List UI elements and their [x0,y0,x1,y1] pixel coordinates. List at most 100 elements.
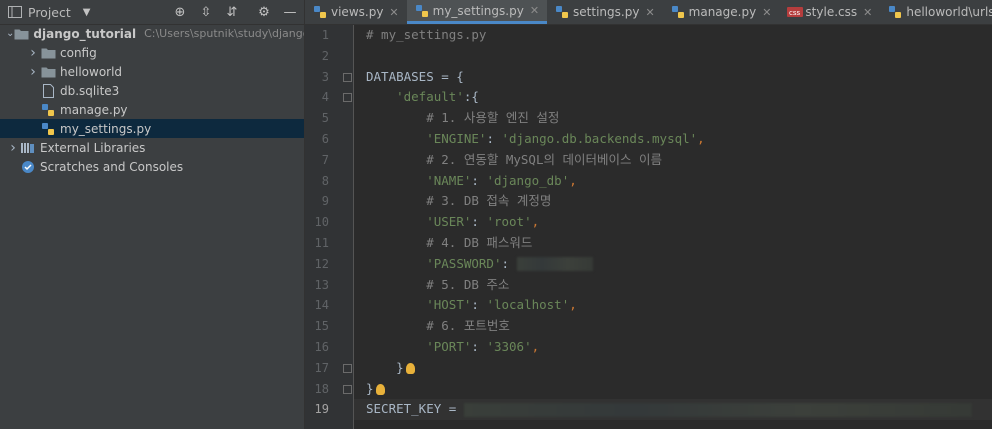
tree-item-external-libraries[interactable]: › External Libraries [0,138,304,157]
tab-label: views.py [331,5,384,19]
tab-my-settings-py[interactable]: my_settings.py ✕ [406,0,548,24]
minimize-icon[interactable]: — [282,4,298,20]
code-line[interactable]: 'PASSWORD': [354,254,992,275]
tree-item-db-sqlite3[interactable]: db.sqlite3 [0,81,304,100]
line-number: 19 [314,402,329,417]
python-icon [415,4,429,18]
close-icon[interactable]: ✕ [645,6,654,19]
code-line[interactable]: } [343,379,992,400]
chevron-down-icon[interactable]: ▼ [83,7,91,18]
tree-item-label: External Libraries [40,140,146,155]
tree-item-django-tutorial[interactable]: ⌄ django_tutorial C:\Users\sputnik\study\d… [0,24,304,43]
line-number: 5 [321,111,329,126]
python-icon [555,5,569,19]
code-line[interactable]: 'PORT': '3306', [354,337,992,358]
tree-item-label: Scratches and Consoles [40,159,184,174]
chevron-right-icon[interactable]: › [26,45,40,61]
fold-marker-icon[interactable] [343,363,352,373]
python-icon [888,5,902,19]
code-line[interactable]: # my_settings.py [354,25,992,46]
code-line[interactable]: SECRET_KEY = [354,399,992,421]
tree-item-scratches-and-consoles[interactable]: Scratches and Consoles [0,157,304,176]
tree-item-label: db.sqlite3 [60,83,120,98]
tab-settings-py[interactable]: settings.py ✕ [547,0,663,24]
tab-helloworld-urls-py[interactable]: helloworld\urls.py✕ [880,0,992,24]
tab-label: my_settings.py [432,3,524,18]
code-line[interactable]: # 4. DB 패스워드 [354,233,992,254]
tree-item-manage-py[interactable]: manage.py [0,100,304,119]
tree-item-label: django_tutorial [33,26,137,41]
code-line[interactable]: 'default':{ [343,87,992,108]
tree-item-label: my_settings.py [60,121,152,136]
line-number: 12 [314,256,329,271]
gear-icon[interactable]: ⚙ [256,4,272,20]
close-icon[interactable]: ✕ [389,6,398,19]
scratches-icon [20,160,36,174]
locate-icon[interactable]: ⊕ [172,4,188,20]
code-line[interactable]: DATABASES = { [343,67,992,88]
folder-icon [40,46,56,60]
close-icon[interactable]: ✕ [530,4,539,17]
tab-views-py[interactable]: views.py ✕ [305,0,407,24]
project-tree: ⌄ django_tutorial C:\Users\sputnik\study\d… [0,24,304,176]
python-icon [671,5,685,19]
chevron-down-icon[interactable]: ⌄ [6,28,14,39]
line-number: 10 [314,215,329,230]
fold-marker-icon[interactable] [343,384,352,394]
redacted-secret-key [463,402,972,417]
project-panel-header: Project ▼ ⊕ ⇳ ⇵ ⚙ — [0,0,304,25]
line-number: 15 [314,319,329,334]
code-area[interactable]: # my_settings.py DATABASES = { 'default':… [343,25,992,429]
tab-label: manage.py [688,5,757,19]
expand-all-icon[interactable]: ⇳ [198,4,214,20]
line-number: 2 [321,48,329,63]
tree-item-helloworld[interactable]: › helloworld [0,62,304,81]
code-line[interactable]: 'ENGINE': 'django.db.backends.mysql', [354,129,992,150]
css-icon: css [787,5,804,19]
line-number: 13 [314,277,329,292]
collapse-all-icon[interactable]: ⇵ [224,4,240,20]
tree-item-my-settings-py[interactable]: my_settings.py [0,119,304,138]
code-line[interactable]: # 6. 포트번호 [354,316,992,337]
code-line[interactable]: 'USER': 'root', [354,212,992,233]
python-icon [313,5,327,19]
line-number: 7 [321,152,329,167]
line-number: 11 [314,235,329,250]
project-view-icon [8,6,22,18]
tab-label: style.css [805,5,858,19]
tree-item-label: helloworld [60,64,123,79]
code-line[interactable]: # 5. DB 주소 [354,275,992,296]
code-line[interactable]: } [343,358,992,379]
tab-style-css[interactable]: css style.css ✕ [779,0,880,24]
code-line[interactable]: 'NAME': 'django_db', [354,171,992,192]
lightbulb-icon[interactable] [375,383,385,395]
project-panel-title[interactable]: Project [28,5,71,20]
svg-text:css: css [789,9,800,17]
code-line[interactable] [354,46,992,67]
lightbulb-icon[interactable] [405,362,415,374]
code-line[interactable]: # 3. DB 접속 계정명 [354,191,992,212]
python-file-icon [40,103,56,117]
line-number: 9 [321,194,329,209]
tab-manage-py[interactable]: manage.py ✕ [663,0,780,24]
close-icon[interactable]: ✕ [762,6,771,19]
tree-item-config[interactable]: › config [0,43,304,62]
folder-icon [40,65,56,79]
fold-marker-icon[interactable] [343,72,352,82]
code-line[interactable]: # 1. 사용할 엔진 설정 [354,108,992,129]
tree-item-label: config [60,45,97,60]
redacted-password [516,257,593,272]
editor-tab-bar: views.py ✕ my_settings.py ✕ settings.py ✕ mana… [305,0,992,25]
close-icon[interactable]: ✕ [863,6,872,19]
line-number: 6 [321,131,329,146]
chevron-right-icon[interactable]: › [6,140,20,156]
code-line[interactable]: 'HOST': 'localhost', [354,295,992,316]
line-number: 14 [314,298,329,313]
library-icon [20,141,36,155]
editor-area: views.py ✕ my_settings.py ✕ settings.py ✕ mana… [305,0,992,429]
python-file-icon [40,122,56,136]
folder-icon [14,27,29,41]
chevron-right-icon[interactable]: › [26,64,40,80]
fold-marker-icon[interactable] [343,93,352,103]
code-line[interactable]: # 2. 연동할 MySQL의 데이터베이스 이름 [354,150,992,171]
